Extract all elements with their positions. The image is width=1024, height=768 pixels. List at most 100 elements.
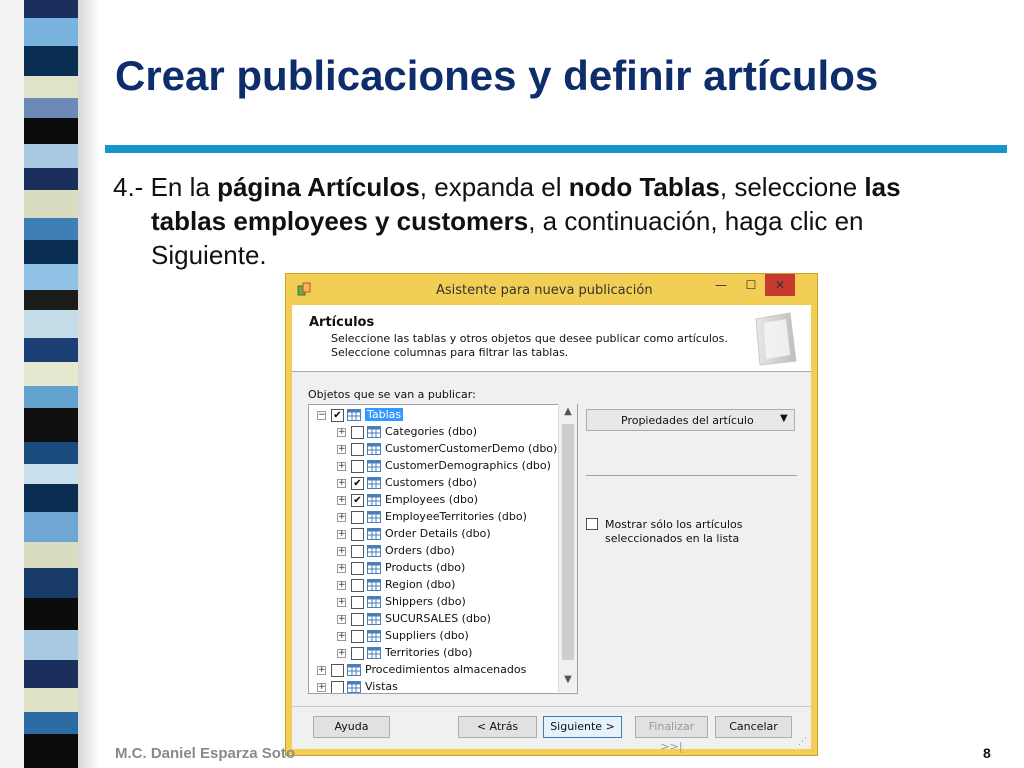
tree-checkbox[interactable] <box>351 511 364 524</box>
tree-node-table[interactable]: + Shippers (dbo) <box>309 594 575 611</box>
tree-node-table[interactable]: + Suppliers (dbo) <box>309 628 575 645</box>
tree-node-table[interactable]: + Territories (dbo) <box>309 645 575 662</box>
tree-node-table[interactable]: + EmployeeTerritories (dbo) <box>309 509 575 526</box>
tree-node-label[interactable]: SUCURSALES (dbo) <box>385 612 491 625</box>
tree-node-label[interactable]: Products (dbo) <box>385 561 465 574</box>
back-button[interactable]: < Atrás <box>458 716 537 738</box>
tree-checkbox[interactable] <box>351 562 364 575</box>
tree-checkbox[interactable] <box>351 647 364 660</box>
expand-icon[interactable]: + <box>337 615 346 624</box>
tree-checkbox[interactable] <box>351 613 364 626</box>
tree-node-label[interactable]: Vistas <box>365 680 398 693</box>
expand-icon[interactable]: + <box>337 581 346 590</box>
strip-block <box>24 512 78 542</box>
tree-node-table[interactable]: + Order Details (dbo) <box>309 526 575 543</box>
show-selected-only-label-line2[interactable]: seleccionados en la lista <box>605 532 739 545</box>
minimize-button[interactable]: — <box>706 274 736 296</box>
tree-node-label[interactable]: Order Details (dbo) <box>385 527 491 540</box>
tree-checkbox[interactable] <box>351 545 364 558</box>
tree-node-label[interactable]: Shippers (dbo) <box>385 595 466 608</box>
expand-icon[interactable]: + <box>337 496 346 505</box>
tree-node-label[interactable]: Procedimientos almacenados <box>365 663 526 676</box>
tree-checkbox[interactable] <box>351 579 364 592</box>
tree-node-label[interactable]: Region (dbo) <box>385 578 455 591</box>
expand-icon[interactable]: + <box>337 632 346 641</box>
tree-checkbox[interactable] <box>351 460 364 473</box>
tree-node-label[interactable]: Customers (dbo) <box>385 476 477 489</box>
tree-checkbox[interactable] <box>351 528 364 541</box>
tree-node-table[interactable]: + Products (dbo) <box>309 560 575 577</box>
expand-icon[interactable]: + <box>337 530 346 539</box>
expand-icon[interactable]: + <box>317 666 326 675</box>
next-button[interactable]: Siguiente > <box>543 716 622 738</box>
expand-icon[interactable]: + <box>337 428 346 437</box>
objects-to-publish-label: Objetos que se van a publicar: <box>308 388 476 401</box>
table-icon <box>367 647 381 659</box>
tree-node-tables[interactable]: − ✔ Tablas <box>309 407 575 424</box>
window-titlebar[interactable]: Asistente para nueva publicación — ☐ ✕ <box>286 274 817 304</box>
tree-node-label[interactable]: EmployeeTerritories (dbo) <box>385 510 527 523</box>
tree-node-table[interactable]: + ✔ Employees (dbo) <box>309 492 575 509</box>
finish-button[interactable]: Finalizar >>| <box>635 716 708 753</box>
expand-icon[interactable]: + <box>337 598 346 607</box>
tree-checkbox[interactable] <box>351 426 364 439</box>
expand-icon[interactable]: + <box>317 683 326 692</box>
maximize-button[interactable]: ☐ <box>736 274 766 296</box>
expand-icon[interactable]: + <box>337 649 346 658</box>
table-icon <box>367 511 381 523</box>
table-icon <box>367 528 381 540</box>
tree-vertical-scrollbar[interactable]: ▲ ▼ <box>558 404 577 692</box>
tree-node-label[interactable]: Tablas <box>365 408 404 421</box>
expand-icon[interactable]: + <box>337 547 346 556</box>
expand-icon[interactable]: + <box>337 462 346 471</box>
tree-node-label[interactable]: Orders (dbo) <box>385 544 455 557</box>
expand-icon[interactable]: + <box>337 479 346 488</box>
tree-checkbox[interactable] <box>351 630 364 643</box>
table-icon <box>367 494 381 506</box>
strip-block <box>24 310 78 338</box>
help-button[interactable]: Ayuda <box>313 716 390 738</box>
step-text-2: , seleccione <box>719 172 865 202</box>
tree-checkbox[interactable]: ✔ <box>331 409 344 422</box>
tree-node-table[interactable]: + CustomerCustomerDemo (dbo) <box>309 441 575 458</box>
tree-node-label[interactable]: Territories (dbo) <box>385 646 472 659</box>
scroll-up-arrow-icon[interactable]: ▲ <box>559 406 577 420</box>
expand-icon[interactable]: + <box>337 445 346 454</box>
tree-node-table[interactable]: + CustomerDemographics (dbo) <box>309 458 575 475</box>
tree-checkbox[interactable] <box>331 664 344 677</box>
tree-node-label[interactable]: Categories (dbo) <box>385 425 477 438</box>
scroll-thumb[interactable] <box>562 424 574 660</box>
tree-node-label[interactable]: CustomerDemographics (dbo) <box>385 459 551 472</box>
resize-grip-icon[interactable]: ⋰ <box>798 737 807 747</box>
objects-tree[interactable]: − ✔ Tablas + Categories (dbo) + CustomerCustom… <box>308 404 578 694</box>
tree-node-group[interactable]: + Procedimientos almacenados <box>309 662 575 679</box>
step-prefix: 4.- En la <box>113 172 218 202</box>
tree-checkbox[interactable] <box>351 443 364 456</box>
show-selected-only-checkbox[interactable] <box>586 518 598 530</box>
tree-node-group[interactable]: + Vistas <box>309 679 575 693</box>
scroll-down-arrow-icon[interactable]: ▼ <box>559 674 577 688</box>
show-selected-only-label-line1[interactable]: Mostrar sólo los artículos <box>605 518 742 531</box>
strip-block <box>24 362 78 386</box>
tree-node-table[interactable]: + Orders (dbo) <box>309 543 575 560</box>
cancel-button[interactable]: Cancelar <box>715 716 792 738</box>
strip-block <box>24 46 78 76</box>
close-button[interactable]: ✕ <box>765 274 795 296</box>
tree-node-label[interactable]: Employees (dbo) <box>385 493 478 506</box>
expand-icon[interactable]: + <box>337 513 346 522</box>
tree-node-table[interactable]: + ✔ Customers (dbo) <box>309 475 575 492</box>
tree-node-table[interactable]: + Region (dbo) <box>309 577 575 594</box>
article-properties-dropdown-button[interactable]: Propiedades del artículo ▼ <box>586 409 795 431</box>
tree-node-label[interactable]: Suppliers (dbo) <box>385 629 469 642</box>
tree-checkbox[interactable] <box>351 596 364 609</box>
tree-node-label[interactable]: CustomerCustomerDemo (dbo) <box>385 442 557 455</box>
collapse-icon[interactable]: − <box>317 411 326 420</box>
tree-checkbox[interactable] <box>331 681 344 693</box>
tree-checkbox[interactable]: ✔ <box>351 494 364 507</box>
strip-block <box>24 0 78 18</box>
strip-shadow <box>78 0 100 768</box>
tree-checkbox[interactable]: ✔ <box>351 477 364 490</box>
tree-node-table[interactable]: + Categories (dbo) <box>309 424 575 441</box>
expand-icon[interactable]: + <box>337 564 346 573</box>
tree-node-table[interactable]: + SUCURSALES (dbo) <box>309 611 575 628</box>
